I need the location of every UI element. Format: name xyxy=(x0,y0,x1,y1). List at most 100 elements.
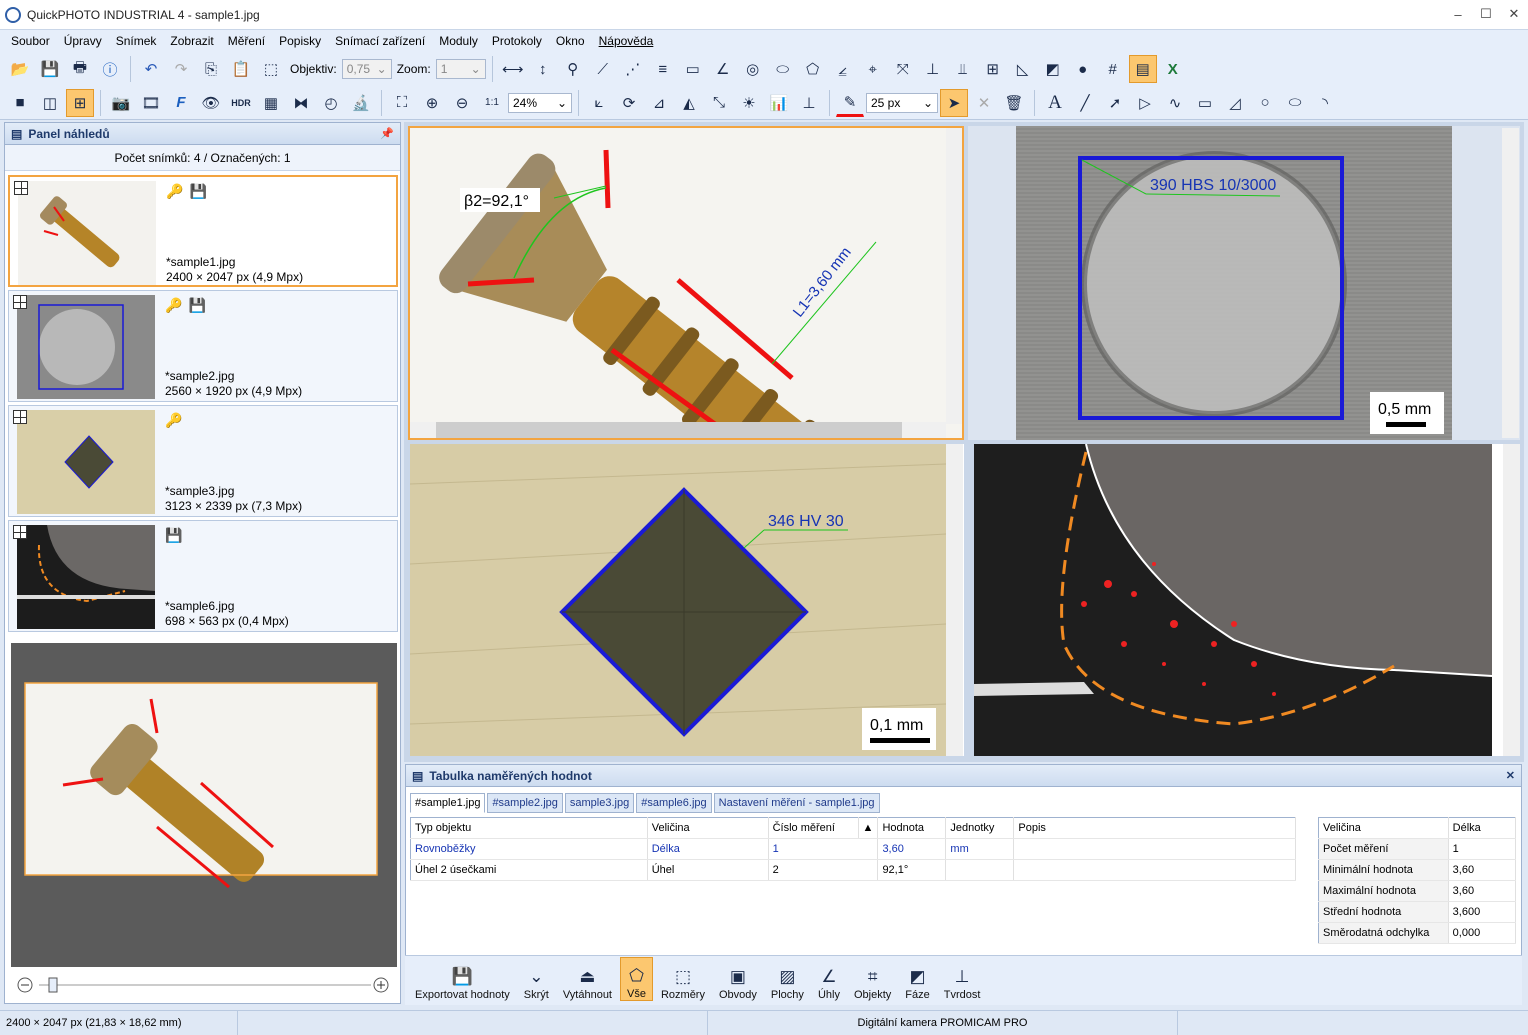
info-icon[interactable]: ⓘ xyxy=(96,55,124,83)
hide-button[interactable]: ⌄ Skrýt xyxy=(518,957,555,1001)
hdr-icon[interactable]: HDR xyxy=(227,89,255,117)
objective-select[interactable]: 0,75 ⌄ xyxy=(341,59,392,79)
layout-icon[interactable]: ▦ xyxy=(257,89,285,117)
phases-filter-button[interactable]: ◩ Fáze xyxy=(899,957,935,1001)
arrow-tool-icon[interactable]: ➚ xyxy=(1101,89,1129,117)
column-header[interactable]: Typ objektu xyxy=(410,817,648,839)
circle-tool-icon[interactable]: ○ xyxy=(1251,89,1279,117)
ellipse-tool-icon[interactable]: ⬭ xyxy=(1281,89,1309,117)
menu-snimek[interactable]: Snímek xyxy=(109,34,164,48)
pointer-icon[interactable]: ➤ xyxy=(940,88,968,117)
vertical-measure-icon[interactable]: ↕ xyxy=(529,55,557,83)
thumbnail-sample3[interactable]: 🔑 *sample3.jpg 3123 × 2339 px (7,3 Mpx) xyxy=(8,405,398,517)
rectangle-measure-icon[interactable]: ▭ xyxy=(679,55,707,83)
contrast-icon[interactable]: ◩ xyxy=(1039,55,1067,83)
menu-protokoly[interactable]: Protokoly xyxy=(485,34,549,48)
vertical-scrollbar[interactable] xyxy=(1502,128,1519,438)
dimensions-filter-button[interactable]: ⬚ Rozměry xyxy=(655,957,711,1001)
column-header[interactable]: Popis xyxy=(1013,817,1296,839)
zoom-select[interactable]: 1 ⌄ xyxy=(435,59,486,79)
tab-sample3[interactable]: sample3.jpg xyxy=(564,793,635,813)
thumbnail-sample2[interactable]: 🔑 💾 *sample2.jpg 2560 × 1920 px (4,9 Mpx) xyxy=(8,290,398,402)
column-header[interactable]: Jednotky xyxy=(945,817,1015,839)
tab-measurement-settings[interactable]: Nastavení měření - sample1.jpg xyxy=(713,793,880,813)
calibration-icon[interactable]: ⚲ xyxy=(559,55,587,83)
tab-sample2[interactable]: #sample2.jpg xyxy=(487,793,563,813)
navigator-preview[interactable] xyxy=(11,643,397,967)
grid-icon[interactable]: # xyxy=(1099,55,1127,83)
maximize-button[interactable]: ☐ xyxy=(1472,0,1500,28)
line-width-select[interactable]: 25 px ⌄ xyxy=(866,92,938,113)
level-icon[interactable]: ⊿ xyxy=(645,89,673,117)
zoom-in-icon[interactable]: ⊕ xyxy=(418,89,446,117)
horizontal-scrollbar[interactable] xyxy=(410,422,946,438)
pull-out-button[interactable]: ⏏ Vytáhnout xyxy=(557,957,618,1001)
polyline-measure-icon[interactable]: ⋰ xyxy=(619,55,647,83)
height-profile-icon[interactable]: ⫫ xyxy=(949,55,977,83)
distance-points-icon[interactable]: ⤧ xyxy=(889,55,917,83)
timelapse-icon[interactable]: ◴ xyxy=(317,89,345,117)
menu-napoveda[interactable]: Nápověda xyxy=(592,34,661,48)
image-view-sample2[interactable]: 390 HBS 10/3000 0,5 mm xyxy=(968,126,1520,440)
areas-filter-button[interactable]: ▨ Plochy xyxy=(765,957,810,1001)
circle-measure-icon[interactable]: ◎ xyxy=(739,55,767,83)
perimeters-filter-button[interactable]: ▣ Obvody xyxy=(713,957,763,1001)
line-tool-icon[interactable]: ╱ xyxy=(1071,89,1099,117)
line-measure-icon[interactable]: ⟋ xyxy=(589,55,617,83)
export-values-button[interactable]: 💾 Exportovat hodnoty xyxy=(409,957,516,1001)
menu-soubor[interactable]: Soubor xyxy=(4,34,57,48)
brightness-icon[interactable]: ☀ xyxy=(735,89,763,117)
rotate-icon[interactable]: ⟳ xyxy=(615,89,643,117)
excel-export-icon[interactable]: X xyxy=(1159,55,1187,83)
open-folder-icon[interactable]: 📂 xyxy=(6,55,34,83)
trash-icon[interactable]: 🗑 xyxy=(1000,89,1028,117)
histogram-icon[interactable]: 📊 xyxy=(765,89,793,117)
close-panel-icon[interactable]: ✕ xyxy=(1506,769,1515,782)
all-filter-button[interactable]: ⬠ Vše xyxy=(620,957,653,1001)
delete-x-icon[interactable]: ✕ xyxy=(970,89,998,117)
zoom-out-icon[interactable]: ⊖ xyxy=(448,89,476,117)
angle-measure-icon[interactable]: ∠ xyxy=(709,55,737,83)
microscope-icon[interactable]: 🔬 xyxy=(347,89,375,117)
column-header[interactable]: Číslo měření xyxy=(768,817,859,839)
pen-color-icon[interactable]: ✎ xyxy=(836,89,864,117)
thumbnail-sample1[interactable]: 🔑 💾 *sample1.jpg 2400 × 2047 px (4,9 Mpx) xyxy=(8,175,398,287)
rectangle-tool-icon[interactable]: ▭ xyxy=(1191,89,1219,117)
single-view-icon[interactable]: ■ xyxy=(6,89,34,117)
video-icon[interactable]: 🎞 xyxy=(137,89,165,117)
close-button[interactable]: ✕ xyxy=(1500,0,1528,28)
zoom-1-1-icon[interactable]: 1:1 xyxy=(478,89,506,117)
eye-icon[interactable]: 👁 xyxy=(197,89,225,117)
objects-filter-button[interactable]: ⌗ Objekty xyxy=(848,957,897,1001)
image-view-sample1[interactable]: β2=92,1° L1=3,60 mm xyxy=(408,126,964,440)
focus-icon[interactable]: F xyxy=(167,89,195,117)
split-view-icon[interactable]: ◫ xyxy=(36,89,64,117)
zoom-slider[interactable] xyxy=(15,975,391,995)
parallel-lines-icon[interactable]: ≡ xyxy=(649,55,677,83)
copy-icon[interactable]: ⎘ xyxy=(197,55,225,83)
color-picker-icon[interactable]: ● xyxy=(1069,55,1097,83)
tab-sample6[interactable]: #sample6.jpg xyxy=(636,793,712,813)
stitch-icon[interactable]: ⧓ xyxy=(287,89,315,117)
save-icon[interactable]: 💾 xyxy=(36,55,64,83)
menu-zobrazit[interactable]: Zobrazit xyxy=(163,34,220,48)
vertical-scrollbar[interactable] xyxy=(946,444,963,756)
vertical-scrollbar[interactable] xyxy=(946,128,962,424)
angle-tool-icon[interactable]: ⦤ xyxy=(829,55,857,83)
polygon-measure-icon[interactable]: ⬠ xyxy=(799,55,827,83)
camera-icon[interactable]: 📷 xyxy=(107,89,135,117)
paste-icon[interactable]: 📋 xyxy=(227,55,255,83)
text-tool-icon[interactable]: A xyxy=(1041,89,1069,117)
menu-okno[interactable]: Okno xyxy=(549,34,592,48)
table-view-icon[interactable]: ▤ xyxy=(1128,55,1157,83)
quad-view-icon[interactable]: ⊞ xyxy=(66,88,94,117)
point-tool-icon[interactable]: ⌖ xyxy=(859,55,887,83)
menu-mereni[interactable]: Měření xyxy=(221,34,272,48)
tab-sample1[interactable]: #sample1.jpg xyxy=(410,793,486,813)
sort-ascending-icon[interactable]: ▲ xyxy=(858,817,879,839)
polygon-tool-icon[interactable]: ◿ xyxy=(1221,89,1249,117)
column-header[interactable]: Veličina xyxy=(647,817,769,839)
perpendicular-icon[interactable]: ⊥ xyxy=(919,55,947,83)
ellipse-measure-icon[interactable]: ⬭ xyxy=(769,55,797,83)
resize-icon[interactable]: ⤡ xyxy=(705,89,733,117)
